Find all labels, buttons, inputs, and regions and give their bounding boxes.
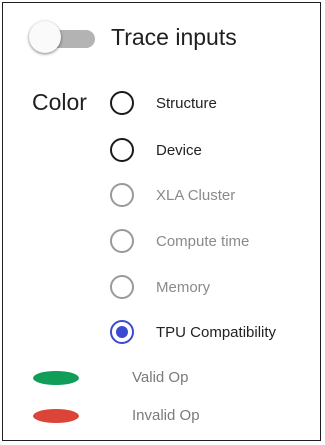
legend-item-valid-op: Valid Op — [33, 367, 293, 387]
radio-button — [110, 229, 134, 253]
valid-op-swatch — [33, 371, 79, 385]
color-option-memory: Memory — [110, 273, 320, 301]
color-option-label[interactable]: TPU Compatibility — [156, 324, 276, 341]
color-option-label[interactable]: Device — [156, 142, 202, 159]
legend-label: Invalid Op — [132, 407, 200, 424]
graph-controls-panel: Trace inputs Color Structure Device XLA … — [2, 2, 321, 441]
invalid-op-swatch — [33, 409, 79, 423]
color-option-structure[interactable]: Structure — [110, 89, 320, 117]
radio-button-selected[interactable] — [110, 320, 134, 344]
radio-button — [110, 183, 134, 207]
color-option-tpu-compatibility[interactable]: TPU Compatibility — [110, 318, 320, 346]
color-option-compute-time: Compute time — [110, 227, 320, 255]
trace-inputs-label[interactable]: Trace inputs — [111, 24, 237, 51]
color-option-device[interactable]: Device — [110, 136, 320, 164]
radio-button — [110, 275, 134, 299]
legend-label: Valid Op — [132, 369, 189, 386]
color-option-xla-cluster: XLA Cluster — [110, 181, 320, 209]
color-option-label[interactable]: Structure — [156, 95, 217, 112]
color-section-label: Color — [32, 89, 87, 115]
color-option-label: Compute time — [156, 233, 250, 250]
trace-inputs-toggle-knob[interactable] — [29, 21, 61, 53]
radio-button[interactable] — [110, 138, 134, 162]
color-option-label: XLA Cluster — [156, 187, 236, 204]
legend-item-invalid-op: Invalid Op — [33, 405, 293, 425]
radio-dot — [116, 326, 128, 338]
radio-button[interactable] — [110, 91, 134, 115]
color-option-label: Memory — [156, 279, 211, 296]
